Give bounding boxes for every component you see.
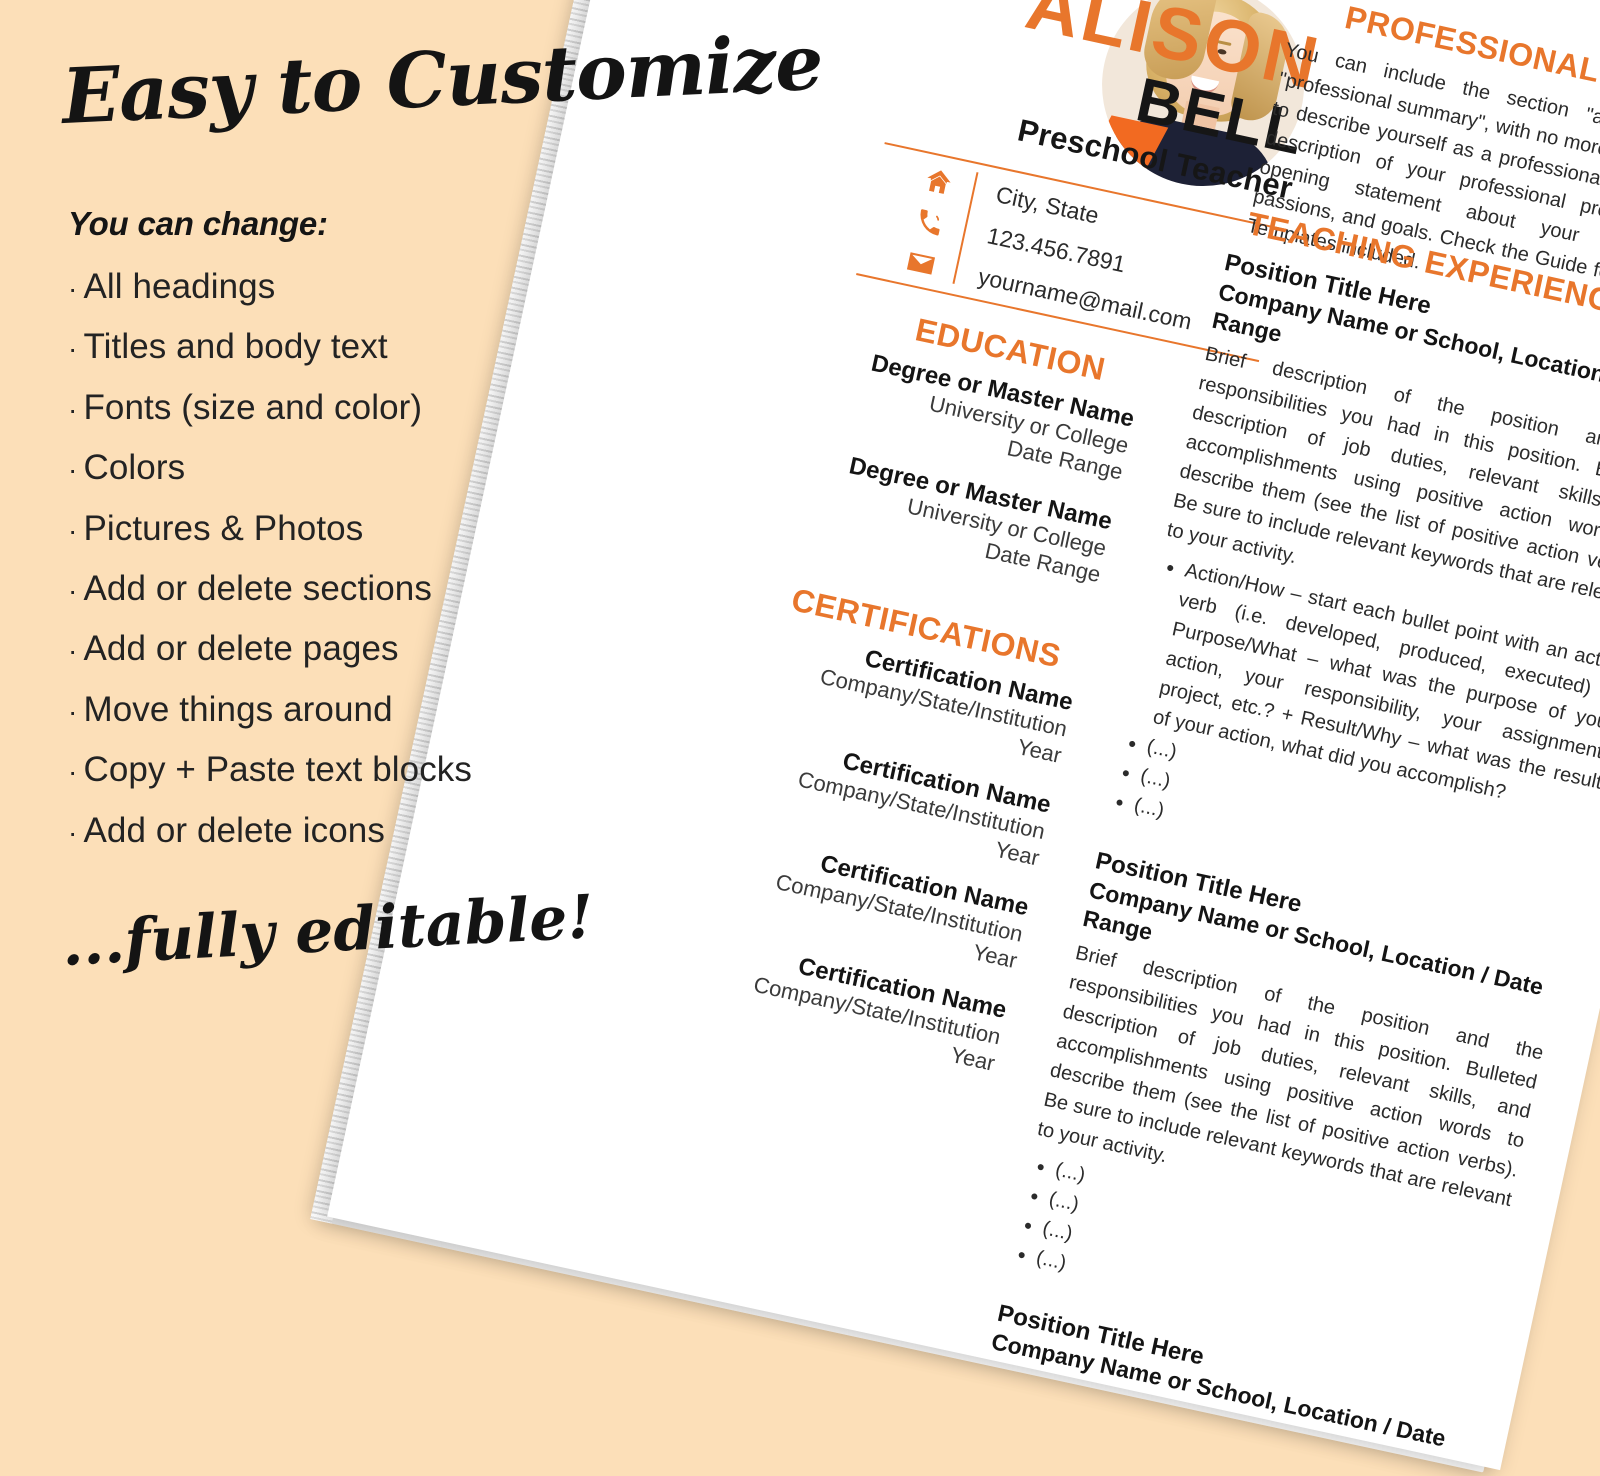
bullet-dot-icon: · [68,514,78,546]
feature-label: Move things around [83,689,393,729]
promo-feature-list: · All headings · Titles and body text · Fon… [68,258,472,862]
list-item: · Pictures & Photos [68,500,472,560]
bullet-dot-icon: · [68,454,78,486]
list-item: · Add or delete icons [68,802,472,862]
feature-label: Add or delete sections [83,569,432,609]
list-item: · Add or delete pages [68,620,472,680]
home-icon [921,164,957,200]
feature-label: Copy + Paste text blocks [83,750,472,790]
list-item: · Copy + Paste text blocks [68,741,472,801]
feature-label: Fonts (size and color) [83,387,423,427]
experience-item: Position Title Here Company Name or Scho… [1008,847,1566,1367]
contact-email: yourname@mail.com [975,263,1195,335]
list-item: · Move things around [68,681,472,741]
bullet-dot-icon: · [68,273,78,304]
promo-footer-script: ...fully editable! [60,882,596,980]
list-item: · Colors [68,439,472,499]
list-item: · Titles and body text [68,318,472,378]
bullet-dot-icon: · [68,816,78,848]
bullet-dot-icon: · [68,635,78,667]
feature-label: Add or delete icons [83,810,385,850]
list-item: · Fonts (size and color) [68,379,472,439]
bullet-dot-icon: · [68,333,78,365]
bullet-dot-icon: · [68,575,78,607]
feature-label: All headings [83,267,276,306]
experience-item: Position Title Here Company Name or Scho… [1106,249,1600,915]
contact-location: City, State [993,181,1102,229]
list-item: · All headings [68,258,472,318]
envelope-icon [903,246,939,282]
feature-label: Pictures & Photos [83,508,364,548]
feature-label: Colors [83,448,186,488]
contact-divider [952,172,979,284]
promo-subheading: You can change: [68,205,328,242]
bullet-dot-icon: · [68,695,78,727]
bullet-dot-icon: · [68,393,78,425]
list-item: · Add or delete sections [68,560,472,620]
bullet-dot-icon: · [68,756,78,788]
promo-panel: Easy to Customize You can change: · All h… [0,0,824,1066]
phone-icon [912,205,948,241]
feature-label: Add or delete pages [83,629,399,669]
feature-label: Titles and body text [83,327,388,367]
